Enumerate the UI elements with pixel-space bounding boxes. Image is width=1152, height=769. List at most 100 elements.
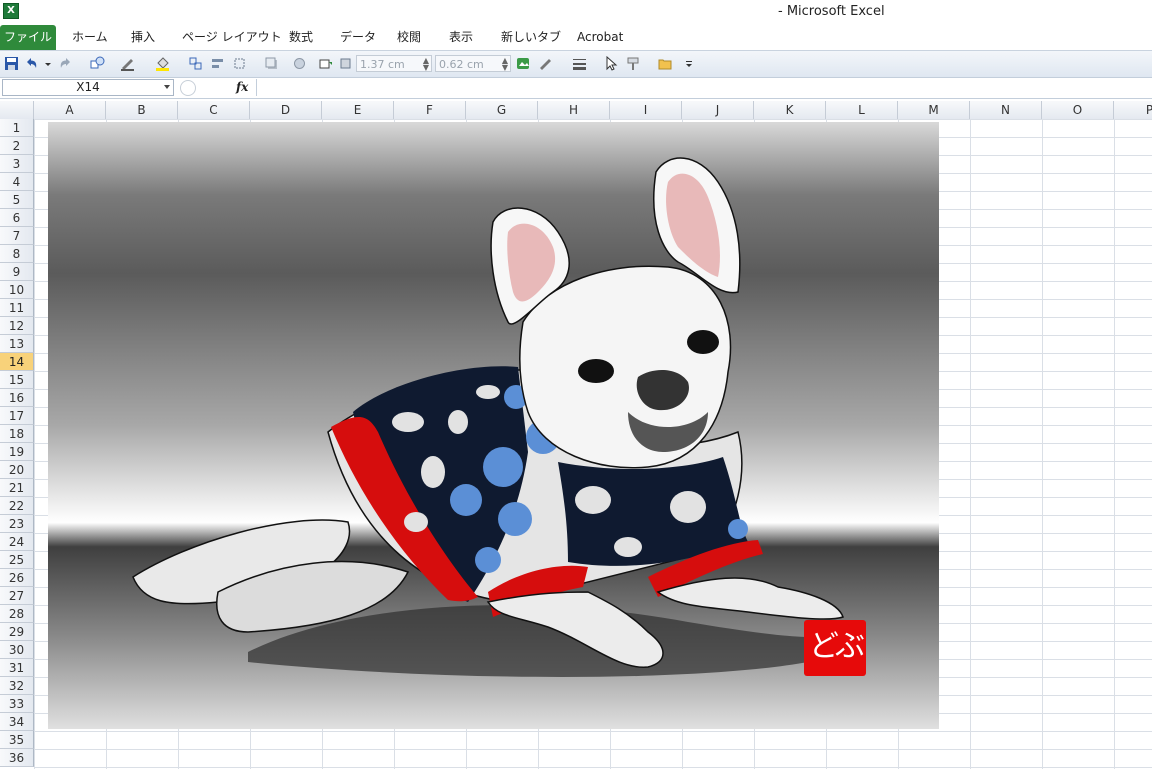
width-spinner-icon[interactable]: ▲ ▼ <box>502 57 508 72</box>
excel-icon[interactable]: X <box>3 3 19 19</box>
embedded-picture[interactable]: どぶ <box>48 122 939 729</box>
column-header-o[interactable]: O <box>1042 101 1114 119</box>
shape-width-field[interactable]: 0.62 cm ▲ ▼ <box>435 55 511 72</box>
bring-forward-icon[interactable] <box>318 56 333 71</box>
column-header-e[interactable]: E <box>322 101 394 119</box>
select-objects-icon[interactable] <box>604 56 619 71</box>
group-icon[interactable] <box>188 56 203 71</box>
row-header-18[interactable]: 18 <box>0 425 34 443</box>
quick-toolbar: 1.37 cm ▲ ▼ 0.62 cm ▲ ▼ <box>0 51 1152 78</box>
column-header-l[interactable]: L <box>826 101 898 119</box>
column-header-b[interactable]: B <box>106 101 178 119</box>
row-header-20[interactable]: 20 <box>0 461 34 479</box>
ribbon-tabs: ファイル ホーム 挿入 ページ レイアウト 数式 データ 校閲 表示 新しいタブ… <box>0 25 1152 51</box>
tab-view[interactable]: 表示 <box>449 25 473 50</box>
shadow-icon[interactable] <box>264 56 279 71</box>
row-header-15[interactable]: 15 <box>0 371 34 389</box>
row-header-16[interactable]: 16 <box>0 389 34 407</box>
signature-stamp: どぶ <box>804 620 866 676</box>
column-header-d[interactable]: D <box>250 101 322 119</box>
name-box-value: X14 <box>76 80 100 94</box>
row-header-26[interactable]: 26 <box>0 569 34 587</box>
row-header-34[interactable]: 34 <box>0 713 34 731</box>
row-header-2[interactable]: 2 <box>0 137 34 155</box>
open-folder-icon[interactable] <box>658 56 673 71</box>
row-header-31[interactable]: 31 <box>0 659 34 677</box>
row-header-13[interactable]: 13 <box>0 335 34 353</box>
formula-input[interactable] <box>256 79 1151 96</box>
shape-height-field[interactable]: 1.37 cm ▲ ▼ <box>356 55 432 72</box>
rotate-icon[interactable] <box>232 56 247 71</box>
line-color-icon[interactable] <box>120 56 135 71</box>
column-header-j[interactable]: J <box>682 101 754 119</box>
row-header-29[interactable]: 29 <box>0 623 34 641</box>
row-header-6[interactable]: 6 <box>0 209 34 227</box>
row-header-10[interactable]: 10 <box>0 281 34 299</box>
3d-effect-icon[interactable] <box>292 56 307 71</box>
undo-dropdown-icon[interactable] <box>44 56 52 71</box>
column-header-f[interactable]: F <box>394 101 466 119</box>
line-weight-icon[interactable] <box>572 56 587 71</box>
row-header-21[interactable]: 21 <box>0 479 34 497</box>
row-header-4[interactable]: 4 <box>0 173 34 191</box>
send-backward-icon[interactable] <box>338 56 353 71</box>
tab-file[interactable]: ファイル <box>0 25 56 50</box>
name-box-dropdown-icon[interactable] <box>164 85 170 89</box>
height-spinner-icon[interactable]: ▲ ▼ <box>423 57 429 72</box>
column-header-k[interactable]: K <box>754 101 826 119</box>
redo-icon[interactable] <box>58 56 73 71</box>
row-header-30[interactable]: 30 <box>0 641 34 659</box>
column-header-g[interactable]: G <box>466 101 538 119</box>
customize-toolbar-icon[interactable] <box>684 56 694 71</box>
row-header-33[interactable]: 33 <box>0 695 34 713</box>
align-icon[interactable] <box>210 56 225 71</box>
tab-page-layout[interactable]: ページ レイアウト <box>182 25 282 50</box>
row-header-1[interactable]: 1 <box>0 119 34 137</box>
tab-new-tab[interactable]: 新しいタブ <box>501 25 561 50</box>
column-header-p[interactable]: P <box>1114 101 1152 119</box>
column-header-i[interactable]: I <box>610 101 682 119</box>
name-box[interactable]: X14 <box>2 79 174 96</box>
column-header-a[interactable]: A <box>34 101 106 119</box>
picture-color-icon[interactable] <box>516 56 531 71</box>
tab-home[interactable]: ホーム <box>72 25 108 50</box>
column-header-n[interactable]: N <box>970 101 1042 119</box>
column-header-h[interactable]: H <box>538 101 610 119</box>
row-header-14[interactable]: 14 <box>0 353 34 371</box>
row-header-7[interactable]: 7 <box>0 227 34 245</box>
row-header-36[interactable]: 36 <box>0 749 34 767</box>
row-header-3[interactable]: 3 <box>0 155 34 173</box>
insert-function-icon[interactable]: fx <box>236 80 248 94</box>
row-header-23[interactable]: 23 <box>0 515 34 533</box>
column-headers: ABCDEFGHIJKLMNOP <box>0 101 1152 120</box>
tab-formulas[interactable]: 数式 <box>289 25 313 50</box>
title-bar: X - Microsoft Excel <box>0 0 1152 25</box>
row-header-28[interactable]: 28 <box>0 605 34 623</box>
row-header-24[interactable]: 24 <box>0 533 34 551</box>
tab-insert[interactable]: 挿入 <box>131 25 155 50</box>
row-header-11[interactable]: 11 <box>0 299 34 317</box>
row-header-9[interactable]: 9 <box>0 263 34 281</box>
row-header-5[interactable]: 5 <box>0 191 34 209</box>
undo-icon[interactable] <box>24 56 39 71</box>
tab-data[interactable]: データ <box>340 25 376 50</box>
row-header-35[interactable]: 35 <box>0 731 34 749</box>
fill-color-icon[interactable] <box>155 56 170 71</box>
shapes-icon[interactable] <box>90 56 105 71</box>
tab-acrobat[interactable]: Acrobat <box>577 25 623 50</box>
column-header-m[interactable]: M <box>898 101 970 119</box>
tab-review[interactable]: 校閲 <box>397 25 421 50</box>
format-painter-icon[interactable] <box>626 56 641 71</box>
row-header-19[interactable]: 19 <box>0 443 34 461</box>
save-icon[interactable] <box>4 56 19 71</box>
row-header-25[interactable]: 25 <box>0 551 34 569</box>
column-header-c[interactable]: C <box>178 101 250 119</box>
row-header-17[interactable]: 17 <box>0 407 34 425</box>
row-header-32[interactable]: 32 <box>0 677 34 695</box>
select-all-corner[interactable] <box>0 101 34 119</box>
row-header-22[interactable]: 22 <box>0 497 34 515</box>
row-header-27[interactable]: 27 <box>0 587 34 605</box>
row-header-8[interactable]: 8 <box>0 245 34 263</box>
line-style-icon[interactable] <box>538 56 553 71</box>
row-header-12[interactable]: 12 <box>0 317 34 335</box>
